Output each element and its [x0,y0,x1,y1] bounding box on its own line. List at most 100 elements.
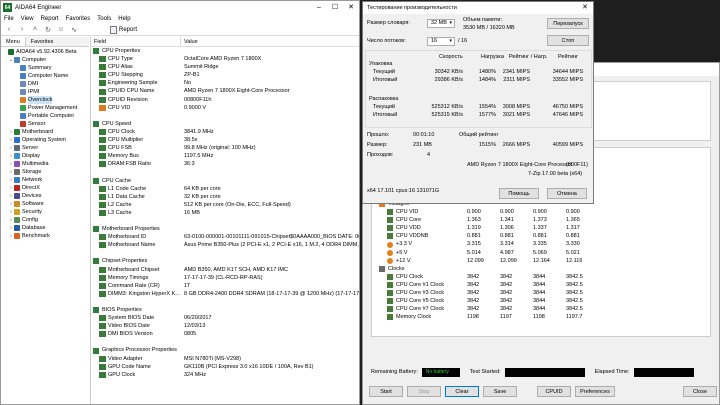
grid-row[interactable]: CPU Stepping ZP-B1 [91,71,359,79]
cancel-button[interactable]: Отмена [547,188,587,199]
tree-item[interactable]: Overclock [1,96,89,104]
sensor-row[interactable]: Memory Clock 1198 1197 1198 1197.7 [377,313,709,321]
grid-section-header[interactable]: Graphics Processor Properties [91,346,359,354]
tree-item[interactable]: › Motherboard [1,128,89,136]
grid-row[interactable]: L1 Code Cache 64 KB per core [91,185,359,193]
grid-row[interactable]: L2 Cache 512 KB per core (On-Die, ECC, Fu… [91,201,359,209]
forward-arrow-icon[interactable]: › [17,25,27,34]
report-button[interactable]: Report [110,25,137,34]
grid-row[interactable]: DIMM3: Kingston HyperX K... 8 GB DDR4-240… [91,290,359,298]
dictionary-size-select[interactable]: 32 MB ▾ [427,19,455,28]
stop-7zip-button[interactable]: Стоп [547,35,589,46]
grid-row[interactable]: CPU VID 0.9000 V [91,104,359,112]
grid-row[interactable]: GPU Clock 324 MHz [91,371,359,379]
threads-select[interactable]: 16 ▾ [427,37,455,46]
grid-section-header[interactable]: BIOS Properties [91,306,359,314]
tree-item[interactable]: › Devices [1,192,89,200]
menu-file[interactable]: File [4,16,14,22]
value-column-header[interactable]: Value [181,37,198,46]
preferences-button[interactable]: Preferences [575,386,615,397]
grid-row[interactable]: Engineering Sample No [91,79,359,87]
grid-row[interactable]: CPU Multiplier 38.5x [91,136,359,144]
close-button[interactable]: Close [683,386,717,397]
tree-item[interactable]: › Software [1,200,89,208]
tree-item[interactable]: IPMI [1,88,89,96]
grid-section-header[interactable]: CPU Properties [91,47,359,55]
sensor-row[interactable]: +3.3 V 3.315 3.314 3.335 3.330 [377,240,709,248]
sensor-row[interactable]: CPU Core 1.363 1.341 1.373 1.365 [377,216,709,224]
chart-icon[interactable]: ∿ [69,25,79,34]
grid-row[interactable]: CPUID Revision 00800F11h [91,96,359,104]
grid-row[interactable]: Video Adapter MSI N780Ti (MS-V298) [91,355,359,363]
grid-row[interactable]: GPU Code Name GK110B (PCI Express 3.0 x16… [91,363,359,371]
grid-section-header[interactable]: Motherboard Properties [91,225,359,233]
grid-row[interactable]: Memory Timings 17-17-17-39 (CL-RCD-RP-RAS… [91,274,359,282]
sensor-row[interactable]: CPU VDD 1.319 1.306 1.337 1.317 [377,224,709,232]
grid-row[interactable]: Motherboard ID 63-0100-000001-00101111-09… [91,233,359,241]
tree-item[interactable]: › Storage [1,168,89,176]
tree-item[interactable]: AIDA64 v5.92.4306 Beta [1,48,89,56]
grid-row[interactable]: L3 Cache 16 MB [91,209,359,217]
user-icon[interactable]: ☺ [56,25,66,34]
grid-row[interactable]: Motherboard Name Asus Prime B350-Plus (2 … [91,241,359,249]
grid-row[interactable]: DRAM:FSB Ratio 36:3 [91,160,359,168]
grid-section-header[interactable]: Chipset Properties [91,257,359,265]
menu-favorites[interactable]: Favorites [66,16,91,22]
tree-item[interactable]: › DirectX [1,184,89,192]
7zip-close-icon[interactable]: ✕ [577,2,593,14]
tree-item[interactable]: ⌄ Computer [1,56,89,64]
tree-item[interactable]: Sensor [1,120,89,128]
sensor-row[interactable]: +12 V 12.099 12.099 12.164 12.116 [377,257,709,265]
grid-section-header[interactable]: CPU Cache [91,177,359,185]
save-button[interactable]: Save [483,386,517,397]
sensor-section-header[interactable]: Clocks [377,265,709,273]
sensor-row[interactable]: CPU Core #3 Clock 3842 3842 3844 3842.5 [377,289,709,297]
grid-row[interactable]: CPU Type OctalCore AMD Ryzen 7 1800X [91,55,359,63]
start-button[interactable]: Start [369,386,403,397]
sensor-row[interactable]: +5 V 5.014 4.987 5.069 5.021 [377,249,709,257]
grid-row[interactable]: L1 Data Cache 32 KB per core [91,193,359,201]
menu-help[interactable]: Help [118,16,130,22]
sensor-row[interactable]: CPU VID 0.900 0.900 0.900 0.900 [377,208,709,216]
grid-row[interactable]: DMI BIOS Version 0805 [91,330,359,338]
tree-item[interactable]: › Security [1,208,89,216]
grid-row[interactable]: Motherboard Chipset AMD B350, AMD K17 SCH… [91,266,359,274]
menu-view[interactable]: View [21,16,34,22]
refresh-icon[interactable]: ↻ [43,25,53,34]
up-arrow-icon[interactable]: ˄ [30,25,40,34]
tree-item[interactable]: › Operating System [1,136,89,144]
sensor-row[interactable]: CPU VDDNB 0.881 0.881 0.881 0.881 [377,232,709,240]
maximize-icon[interactable]: ☐ [327,2,343,14]
tree-item[interactable]: › Server [1,144,89,152]
tree-item[interactable]: › Database [1,224,89,232]
help-button[interactable]: Помощь [499,188,539,199]
minimize-icon[interactable]: – [311,2,327,14]
tree-item[interactable]: DMI [1,80,89,88]
tree-item[interactable]: › Network [1,176,89,184]
tree-item[interactable]: › Config [1,216,89,224]
tree-item[interactable]: › Display [1,152,89,160]
tree-item[interactable]: › Multimedia [1,160,89,168]
cpuid-button[interactable]: CPUID [537,386,571,397]
grid-row[interactable]: CPU Clock 3841.9 MHz [91,128,359,136]
tab-menu[interactable]: Menu [1,37,26,46]
grid-row[interactable]: CPU Alias Summit Ridge [91,63,359,71]
back-arrow-icon[interactable]: ‹ [4,25,14,34]
tab-favorites[interactable]: Favorites [26,37,59,46]
field-column-header[interactable]: Field [91,37,181,46]
grid-row[interactable]: System BIOS Date 06/20/2017 [91,314,359,322]
sensor-row[interactable]: CPU Core #7 Clock 3842 3842 3844 3842.5 [377,305,709,313]
grid-row[interactable]: Command Rate (CR) 1T [91,282,359,290]
grid-row[interactable]: Memory Bus 1197.5 MHz [91,152,359,160]
close-icon[interactable]: ✕ [343,2,359,14]
tree-item[interactable]: Summary [1,64,89,72]
menu-report[interactable]: Report [41,16,59,22]
tree-item[interactable]: Portable Computer [1,112,89,120]
grid-row[interactable]: Video BIOS Date 12/03/13 [91,322,359,330]
tree-item[interactable]: › Benchmark [1,232,89,240]
clear-button[interactable]: Clear [445,386,479,397]
stop-button[interactable]: Stop [407,386,441,397]
sensor-row[interactable]: CPU Clock 3842 3842 3844 3842.5 [377,273,709,281]
grid-section-header[interactable]: CPU Speed [91,120,359,128]
tree-item[interactable]: Power Management [1,104,89,112]
